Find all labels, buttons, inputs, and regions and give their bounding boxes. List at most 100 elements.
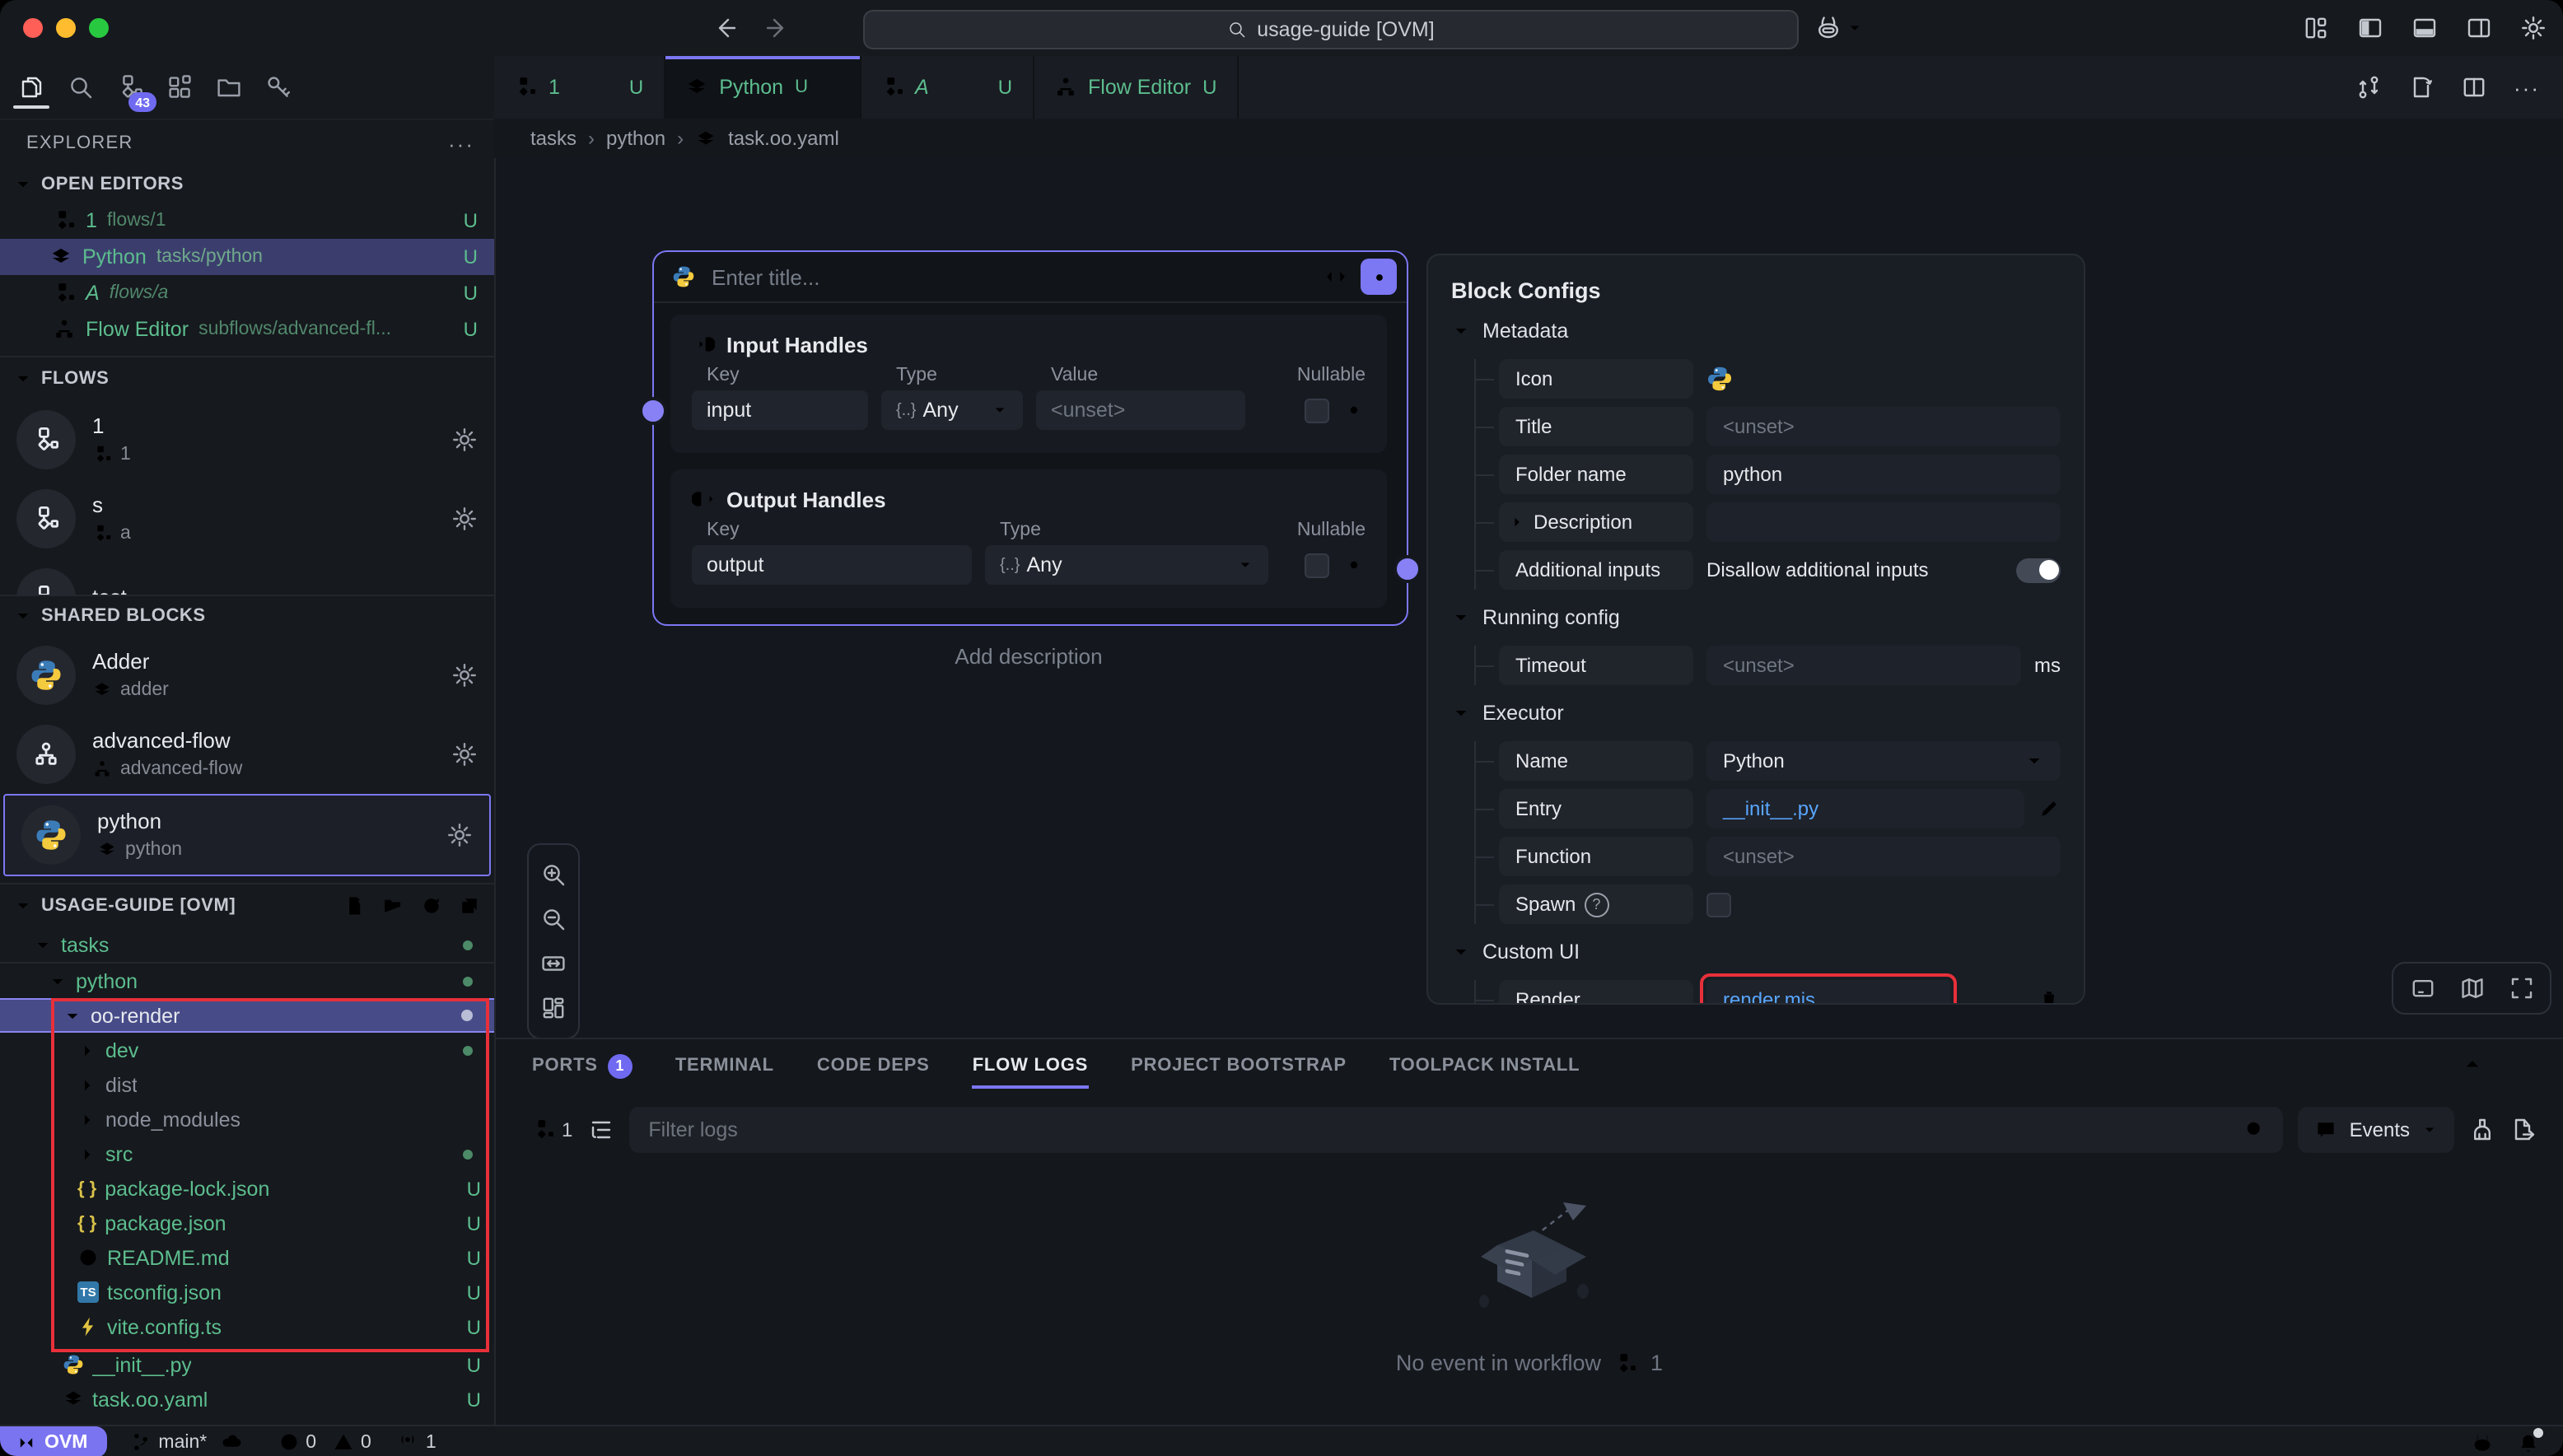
- tree-folder-src[interactable]: src: [0, 1136, 494, 1171]
- activity-blocks[interactable]: [165, 68, 194, 107]
- panel-tab-terminal[interactable]: TERMINAL: [675, 1039, 774, 1092]
- code-icon[interactable]: [1324, 265, 1347, 288]
- folder-name-value-field[interactable]: python: [1706, 455, 2061, 494]
- input-value-field[interactable]: <unset>: [1036, 390, 1245, 430]
- minimize-window-button[interactable]: [56, 18, 76, 38]
- workspace-header[interactable]: USAGE-GUIDE [OVM]: [0, 884, 494, 927]
- entry-value-link[interactable]: __init__.py: [1706, 789, 2024, 828]
- help-icon[interactable]: ?: [1584, 892, 1608, 917]
- section-executor[interactable]: Executor: [1451, 693, 2061, 733]
- toggle-panel-icon[interactable]: [2409, 975, 2435, 1001]
- compare-changes-icon[interactable]: [2355, 74, 2382, 100]
- git-branch-status[interactable]: main*: [130, 1431, 241, 1453]
- node-output-connector[interactable]: [1394, 555, 1422, 583]
- activity-flows[interactable]: 43: [115, 68, 145, 107]
- executor-name-select[interactable]: Python: [1706, 741, 2061, 781]
- problems-status[interactable]: 0 0: [278, 1431, 371, 1453]
- block-settings-gear-icon[interactable]: [446, 822, 473, 848]
- activity-explorer[interactable]: [16, 68, 46, 107]
- tree-file-readme[interactable]: README.mdU: [0, 1240, 494, 1275]
- tree-file-package-lock[interactable]: { } package-lock.jsonU: [0, 1171, 494, 1206]
- output-nullable-checkbox[interactable]: [1305, 553, 1329, 577]
- tree-folder-node-modules[interactable]: node_modules: [0, 1102, 494, 1136]
- fit-view-icon[interactable]: [540, 950, 567, 977]
- assistant-rabbit-icon[interactable]: [1815, 15, 1842, 41]
- trash-icon[interactable]: [2038, 988, 2061, 1005]
- new-folder-icon[interactable]: [382, 894, 405, 917]
- panel-tab-ports[interactable]: PORTS 1: [532, 1039, 633, 1092]
- activity-keys[interactable]: [264, 68, 293, 107]
- chevron-right-icon[interactable]: [1509, 514, 1525, 530]
- shared-block-item-selected[interactable]: python python: [3, 794, 491, 876]
- nav-back-icon[interactable]: [712, 15, 738, 41]
- close-panel-icon[interactable]: [2514, 1052, 2537, 1076]
- block-node-card[interactable]: Input Handles Key Type Value Nullable in…: [652, 250, 1408, 626]
- flow-canvas[interactable]: Input Handles Key Type Value Nullable in…: [496, 158, 2563, 1038]
- customize-layout-icon[interactable]: [2303, 15, 2329, 41]
- add-input-handle-icon[interactable]: [1342, 333, 1366, 356]
- open-editor-item-active[interactable]: Python tasks/python U: [0, 239, 494, 275]
- panel-tab-project-bootstrap[interactable]: PROJECT BOOTSTRAP: [1131, 1039, 1347, 1092]
- filter-logs-input[interactable]: [645, 1117, 2243, 1143]
- remote-indicator[interactable]: OVM: [0, 1426, 107, 1456]
- toggle-sidebar-icon[interactable]: [2357, 15, 2383, 41]
- zoom-in-icon[interactable]: [540, 861, 567, 888]
- block-settings-gear-icon[interactable]: [451, 662, 478, 688]
- tab-python-active[interactable]: Python U: [665, 56, 861, 119]
- reopen-file-icon[interactable]: [2408, 74, 2435, 100]
- node-input-connector[interactable]: [639, 397, 667, 425]
- flow-settings-gear-icon[interactable]: [451, 506, 478, 532]
- tree-file-task-oo-yaml[interactable]: task.oo.yamlU: [0, 1382, 494, 1416]
- input-handle-gear-icon[interactable]: [1342, 399, 1366, 422]
- tree-folder-tasks[interactable]: tasks: [0, 927, 494, 962]
- toggle-secondary-sidebar-icon[interactable]: [2466, 15, 2492, 41]
- collapse-all-icon[interactable]: [458, 894, 481, 917]
- description-value-field[interactable]: [1706, 502, 2061, 542]
- disallow-additional-inputs-toggle[interactable]: [2016, 558, 2061, 582]
- zoom-out-icon[interactable]: [540, 906, 567, 932]
- activity-folder[interactable]: [214, 68, 244, 107]
- minimap-icon[interactable]: [2458, 975, 2485, 1001]
- panel-tab-toolpack-install[interactable]: TOOLPACK INSTALL: [1389, 1039, 1580, 1092]
- node-settings-gear-button[interactable]: [1361, 259, 1397, 295]
- export-logs-icon[interactable]: [2510, 1117, 2537, 1143]
- close-icon[interactable]: [16, 247, 36, 267]
- toggle-panel-icon[interactable]: [2411, 15, 2438, 41]
- log-tree-view-icon[interactable]: [587, 1117, 614, 1143]
- breadcrumb-item[interactable]: python: [606, 127, 665, 150]
- tree-file-init-py[interactable]: __init__.pyU: [0, 1347, 494, 1382]
- shared-block-item[interactable]: Adder adder: [0, 636, 494, 715]
- tab-flow-editor[interactable]: Flow Editor U: [1034, 56, 1238, 119]
- open-editor-item[interactable]: Flow Editor subflows/advanced-fl... U: [0, 311, 494, 348]
- tree-file-package-json[interactable]: { } package.jsonU: [0, 1206, 494, 1240]
- auto-layout-icon[interactable]: [540, 995, 567, 1021]
- panel-tab-flow-logs[interactable]: FLOW LOGS: [973, 1039, 1088, 1092]
- tab-flow-a[interactable]: A U: [861, 56, 1034, 119]
- output-handle-gear-icon[interactable]: [1342, 553, 1366, 576]
- shared-blocks-header[interactable]: SHARED BLOCKS: [0, 596, 494, 636]
- edit-pencil-icon[interactable]: [2038, 797, 2061, 820]
- tree-folder-oo-render-selected[interactable]: oo-render: [0, 998, 494, 1033]
- open-editor-item[interactable]: A flows/a U: [0, 275, 494, 311]
- clear-logs-broom-icon[interactable]: [2469, 1117, 2495, 1143]
- tab-flow-1[interactable]: 1 U: [494, 56, 665, 119]
- panel-tab-code-deps[interactable]: CODE DEPS: [817, 1039, 930, 1092]
- activity-search[interactable]: [66, 68, 96, 107]
- block-settings-gear-icon[interactable]: [451, 741, 478, 768]
- input-nullable-checkbox[interactable]: [1305, 398, 1329, 422]
- open-editors-header[interactable]: OPEN EDITORS: [0, 166, 494, 203]
- refresh-icon[interactable]: [420, 894, 443, 917]
- section-running-config[interactable]: Running config: [1451, 598, 2061, 637]
- open-editor-item[interactable]: 1 flows/1 U: [0, 203, 494, 239]
- flow-list-item[interactable]: 1 1: [0, 400, 494, 479]
- tree-file-vite-config[interactable]: vite.config.tsU: [0, 1309, 494, 1344]
- breadcrumb-file[interactable]: task.oo.yaml: [728, 127, 839, 150]
- nav-forward-icon[interactable]: [764, 15, 791, 41]
- python-icon[interactable]: [1706, 366, 1733, 392]
- tree-folder-dist[interactable]: dist: [0, 1067, 494, 1102]
- close-tab-icon[interactable]: [819, 77, 839, 97]
- filter-logs-input-wrap[interactable]: [628, 1107, 2283, 1153]
- title-value-field[interactable]: <unset>: [1706, 407, 2061, 446]
- ports-status[interactable]: 1: [398, 1431, 437, 1453]
- function-value-field[interactable]: <unset>: [1706, 837, 2061, 876]
